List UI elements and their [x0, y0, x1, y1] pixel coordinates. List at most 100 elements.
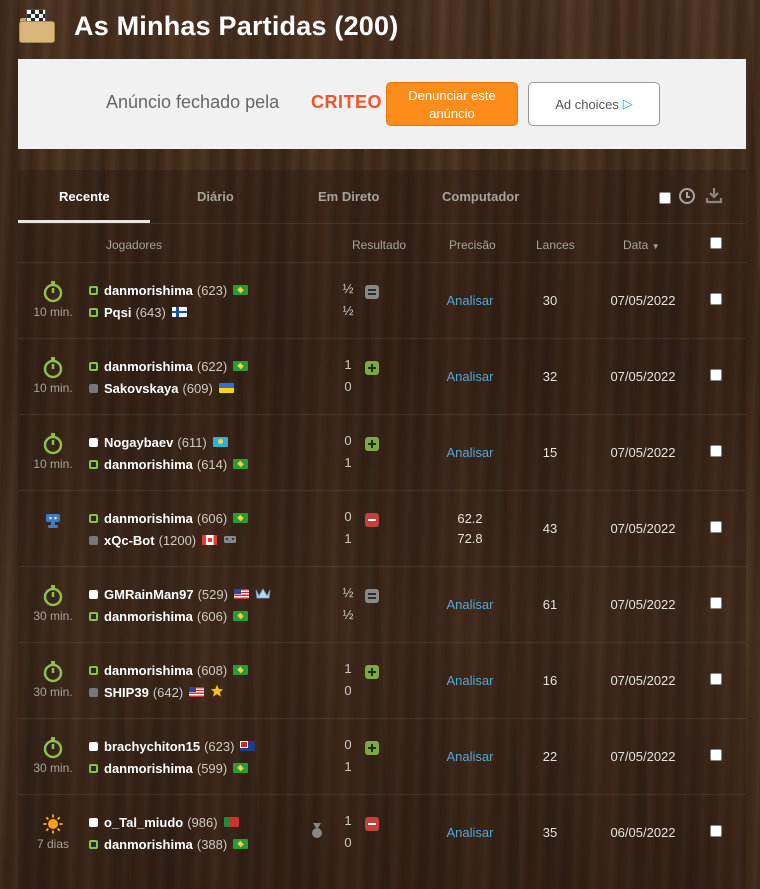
page-header: As Minhas Partidas (200): [18, 6, 398, 46]
player-line: danmorishima (606): [89, 509, 249, 527]
tab-recent[interactable]: Recente: [59, 189, 110, 204]
game-row[interactable]: 10 min. danmorishima (623) Pqsi (643) ½ ½ Anali…: [18, 262, 746, 338]
country-flag-us: [233, 589, 249, 599]
stopwatch-icon: [43, 433, 63, 455]
row-select-checkbox[interactable]: [710, 445, 722, 457]
tab-live[interactable]: Em Direto: [318, 189, 379, 204]
player-line: danmorishima (608): [89, 661, 249, 679]
analyze-link[interactable]: Analisar: [430, 597, 510, 612]
row-select-checkbox[interactable]: [710, 597, 722, 609]
sort-down-icon: ▼: [651, 242, 660, 251]
score-player2: 0: [344, 379, 352, 394]
game-date: 07/05/2022: [610, 673, 676, 688]
column-date-label: Data: [623, 238, 649, 252]
country-flag-br: [233, 665, 249, 675]
black-piece-indicator: [89, 535, 98, 545]
row-select-checkbox[interactable]: [710, 749, 722, 761]
page-title: As Minhas Partidas (200): [74, 10, 399, 41]
game-row[interactable]: 30 min. GMRainMan97 (529) danmorishima (606)…: [18, 566, 746, 642]
player-name[interactable]: danmorishima: [104, 359, 193, 374]
row-select-checkbox[interactable]: [710, 673, 722, 685]
player-name[interactable]: danmorishima: [104, 837, 193, 852]
ad-choices-label: Ad choices: [555, 96, 619, 112]
white-piece-indicator: [89, 361, 98, 371]
history-clock-icon[interactable]: [679, 188, 695, 204]
white-piece-indicator: [89, 817, 98, 827]
stopwatch-icon: [43, 281, 63, 303]
ad-choices-icon: ▷: [622, 96, 633, 111]
score-player2: ½: [342, 607, 354, 622]
score-player2: 0: [344, 835, 352, 850]
medal-icon: [310, 823, 324, 839]
analyze-link[interactable]: Analisar: [430, 749, 510, 764]
country-flag-br: [233, 285, 249, 295]
game-row[interactable]: 10 min. Nogaybaev (611) danmorishima (614) 0 1…: [18, 414, 746, 490]
row-select-checkbox[interactable]: [710, 825, 722, 837]
player-name[interactable]: SHIP39: [104, 685, 149, 700]
player-rating: (623): [196, 282, 228, 298]
row-select-checkbox[interactable]: [710, 369, 722, 381]
country-flag-br: [233, 611, 249, 621]
game-row[interactable]: danmorishima (606) xQc-Bot (1200) 0 1 62.2 72.8…: [18, 490, 746, 566]
report-ad-button[interactable]: Denunciar este anúncio: [386, 82, 518, 126]
player-name[interactable]: danmorishima: [104, 283, 193, 298]
score-player1: 0: [344, 509, 352, 524]
game-row[interactable]: 7 dias o_Tal_miudo (986) danmorishima (388) 1…: [18, 794, 746, 870]
result-draw-icon: [365, 589, 379, 603]
player-name[interactable]: Nogaybaev: [104, 435, 173, 450]
country-flag-au: [240, 741, 256, 751]
score-player1: 0: [344, 433, 352, 448]
player-name[interactable]: danmorishima: [104, 663, 193, 678]
row-select-checkbox[interactable]: [710, 521, 722, 533]
player-name[interactable]: danmorishima: [104, 761, 193, 776]
score-player2: 1: [344, 759, 352, 774]
country-flag-ua: [218, 383, 234, 393]
select-all-checkbox[interactable]: [710, 237, 722, 249]
player-name[interactable]: xQc-Bot: [104, 533, 155, 548]
player-name[interactable]: Sakovskaya: [104, 381, 178, 396]
score-player2: 0: [344, 683, 352, 698]
country-flag-br: [233, 839, 249, 849]
game-tabs: Recente Diário Em Direto Computador: [18, 170, 746, 224]
select-all-top-checkbox[interactable]: [659, 192, 671, 204]
analyze-link[interactable]: Analisar: [430, 369, 510, 384]
download-icon[interactable]: [705, 186, 723, 204]
tab-daily[interactable]: Diário: [197, 189, 234, 204]
ad-choices-button[interactable]: Ad choices ▷: [528, 82, 660, 126]
game-row[interactable]: 30 min. danmorishima (608) SHIP39 (642) 1 0 Ana…: [18, 642, 746, 718]
time-control-label: 30 min.: [33, 685, 73, 699]
crown-icon: [255, 587, 271, 602]
tab-computer[interactable]: Computador: [442, 189, 519, 204]
player-line: GMRainMan97 (529): [89, 585, 271, 603]
result-draw-icon: [365, 285, 379, 299]
game-row[interactable]: 30 min. brachychiton15 (623) danmorishima (5…: [18, 718, 746, 794]
country-flag-br: [233, 459, 249, 469]
score-player2: ½: [342, 303, 354, 318]
game-row[interactable]: 10 min. danmorishima (622) Sakovskaya (609) 1…: [18, 338, 746, 414]
player-name[interactable]: danmorishima: [104, 609, 193, 624]
time-control-label: 30 min.: [33, 761, 73, 775]
game-date: 07/05/2022: [610, 521, 676, 536]
player-name[interactable]: brachychiton15: [104, 739, 200, 754]
moves-count: 32: [542, 369, 558, 384]
score-player2: 1: [344, 531, 352, 546]
analyze-link[interactable]: Analisar: [430, 445, 510, 460]
player-name[interactable]: o_Tal_miudo: [104, 815, 183, 830]
player-rating: (606): [196, 608, 228, 624]
player-name[interactable]: danmorishima: [104, 457, 193, 472]
player-name[interactable]: GMRainMan97: [104, 587, 194, 602]
moves-count: 35: [542, 825, 558, 840]
row-select-checkbox[interactable]: [710, 293, 722, 305]
game-date: 06/05/2022: [610, 825, 676, 840]
analyze-link[interactable]: Analisar: [430, 293, 510, 308]
analyze-link[interactable]: Analisar: [430, 825, 510, 840]
result-win-icon: [365, 741, 379, 755]
analyze-link[interactable]: Analisar: [430, 673, 510, 688]
score-player1: ½: [342, 585, 354, 600]
country-flag-br: [233, 763, 249, 773]
player-name[interactable]: Pqsi: [104, 305, 131, 320]
column-date[interactable]: Data ▼: [623, 238, 660, 252]
game-date: 07/05/2022: [610, 445, 676, 460]
player-name[interactable]: danmorishima: [104, 511, 193, 526]
black-piece-indicator: [89, 763, 98, 773]
